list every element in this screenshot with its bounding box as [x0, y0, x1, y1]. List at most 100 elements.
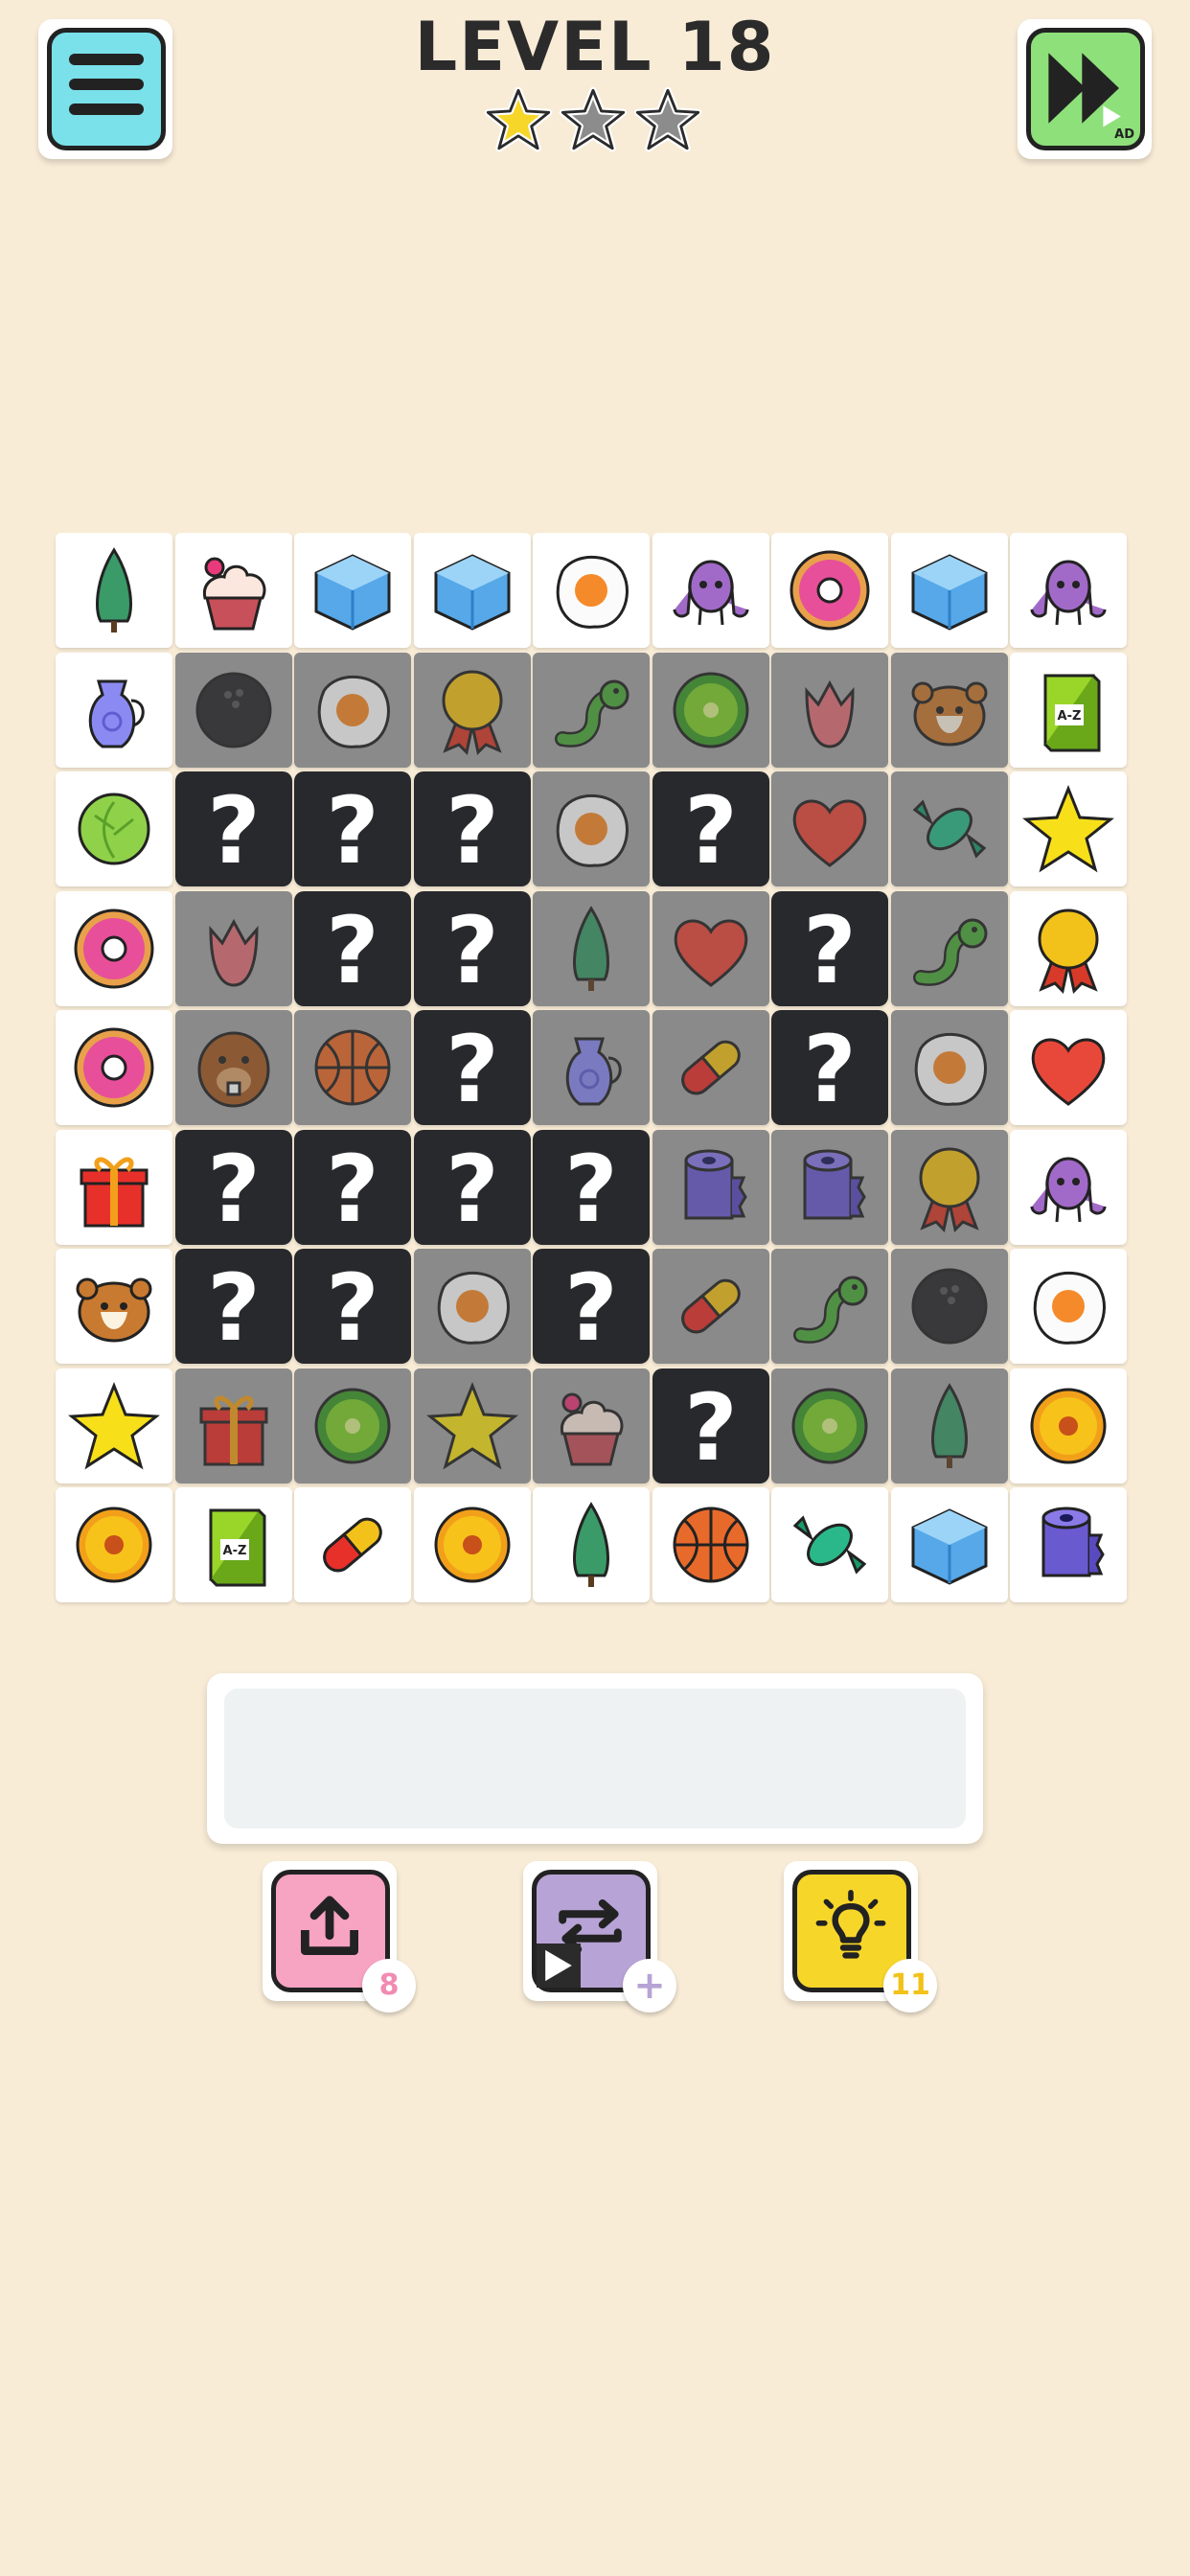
question-mark: ? — [803, 897, 857, 1004]
tile-flower[interactable] — [56, 1487, 172, 1602]
tile-ice-cube[interactable] — [294, 533, 411, 648]
blocked-overlay — [891, 1130, 1008, 1245]
tile-flower[interactable] — [414, 1487, 531, 1602]
tile-medal — [414, 653, 531, 768]
question-mark: ? — [684, 1374, 738, 1482]
tile-hamster[interactable] — [56, 1249, 172, 1364]
blocked-overlay — [771, 771, 888, 886]
tile-octopus[interactable] — [1010, 1130, 1127, 1245]
tile-fried-egg — [294, 653, 411, 768]
tile-kiwi — [771, 1368, 888, 1484]
medal-icon — [1038, 908, 1099, 995]
blocked-overlay — [414, 1368, 531, 1484]
blocked-overlay — [652, 1249, 769, 1364]
tile-donut[interactable] — [56, 891, 172, 1006]
blocked-overlay — [771, 1130, 888, 1245]
ice-cube-icon — [911, 554, 988, 631]
blocked-overlay — [294, 1368, 411, 1484]
skip-level-button[interactable]: AD — [1018, 19, 1152, 159]
blocked-overlay — [771, 653, 888, 768]
tile-lettuce[interactable] — [56, 771, 172, 886]
question-mark: ? — [564, 1136, 618, 1243]
hidden-tile: ? — [294, 771, 411, 886]
tile-fried-egg — [414, 1249, 531, 1364]
tile-candy[interactable] — [771, 1487, 888, 1602]
tile-board: A-Z????????????????? A-Z — [56, 533, 1127, 1604]
undo-button[interactable]: 8 — [263, 1861, 416, 2012]
ice-cube-icon — [434, 554, 511, 631]
tile-fried-egg[interactable] — [1010, 1249, 1127, 1364]
blocked-overlay — [414, 1249, 531, 1364]
hidden-tile: ? — [175, 771, 292, 886]
tile-tulip — [771, 653, 888, 768]
tile-medal — [891, 1130, 1008, 1245]
question-mark: ? — [446, 777, 499, 885]
tile-fried-egg — [533, 771, 650, 886]
blocked-overlay — [891, 1249, 1008, 1364]
tile-star — [414, 1368, 531, 1484]
tile-ice-cube[interactable] — [891, 533, 1008, 648]
hint-count-badge: 11 — [883, 1959, 937, 2012]
blocked-overlay — [175, 891, 292, 1006]
tile-toilet-paper[interactable] — [1010, 1487, 1127, 1602]
tile-ice-cube[interactable] — [414, 533, 531, 648]
blocked-overlay — [533, 1010, 650, 1125]
tile-tray — [207, 1673, 983, 1844]
star-filled-icon — [484, 86, 553, 155]
tile-candy — [891, 771, 1008, 886]
cupcake-icon — [202, 557, 266, 631]
hidden-tile: ? — [414, 1130, 531, 1245]
tile-star[interactable] — [1010, 771, 1127, 886]
tile-toilet-paper — [652, 1130, 769, 1245]
donut-icon — [74, 908, 154, 989]
tile-fried-egg[interactable] — [533, 533, 650, 648]
tile-gift[interactable] — [56, 1130, 172, 1245]
fried-egg-icon — [556, 556, 629, 629]
tile-octopus[interactable] — [1010, 533, 1127, 648]
tile-heart — [652, 891, 769, 1006]
tile-ice-cube[interactable] — [891, 1487, 1008, 1602]
star-icon — [1022, 784, 1114, 873]
tile-basketball[interactable] — [652, 1487, 769, 1602]
tile-dictionary[interactable]: A-Z — [175, 1487, 292, 1602]
shuffle-button[interactable]: + — [523, 1861, 676, 2012]
tile-donut[interactable] — [56, 1010, 172, 1125]
tile-jug — [533, 1010, 650, 1125]
blocked-overlay — [533, 771, 650, 886]
lettuce-icon — [78, 793, 150, 865]
hidden-tile: ? — [652, 1368, 769, 1484]
tile-star[interactable] — [56, 1368, 172, 1484]
tree-icon — [573, 1502, 609, 1587]
hint-button[interactable]: 11 — [784, 1861, 937, 2012]
svg-text:A-Z: A-Z — [223, 1544, 247, 1558]
donut-icon — [790, 550, 870, 631]
tile-heart — [771, 771, 888, 886]
hidden-tile: ? — [294, 1130, 411, 1245]
question-mark: ? — [207, 777, 261, 885]
question-mark: ? — [446, 897, 499, 1004]
toilet-paper-icon — [1041, 1506, 1105, 1577]
tile-donut[interactable] — [771, 533, 888, 648]
question-mark: ? — [446, 1136, 499, 1243]
question-mark: ? — [326, 777, 379, 885]
tile-flower[interactable] — [1010, 1368, 1127, 1484]
tile-pill[interactable] — [294, 1487, 411, 1602]
blocked-overlay — [891, 891, 1008, 1006]
hidden-tile: ? — [414, 771, 531, 886]
tile-dictionary[interactable]: A-Z — [1010, 653, 1127, 768]
tile-tree[interactable] — [533, 1487, 650, 1602]
ice-cube-icon — [314, 554, 391, 631]
octopus-icon — [1030, 560, 1107, 626]
tile-octopus[interactable] — [652, 533, 769, 648]
hidden-tile: ? — [414, 891, 531, 1006]
tile-heart[interactable] — [1010, 1010, 1127, 1125]
blocked-overlay — [652, 1010, 769, 1125]
tile-worm — [533, 653, 650, 768]
tile-tree[interactable] — [56, 533, 172, 648]
octopus-icon — [1030, 1157, 1107, 1223]
tile-cupcake[interactable] — [175, 533, 292, 648]
tile-jug[interactable] — [56, 653, 172, 768]
tile-worm — [891, 891, 1008, 1006]
tile-medal[interactable] — [1010, 891, 1127, 1006]
jug-icon — [88, 679, 145, 748]
